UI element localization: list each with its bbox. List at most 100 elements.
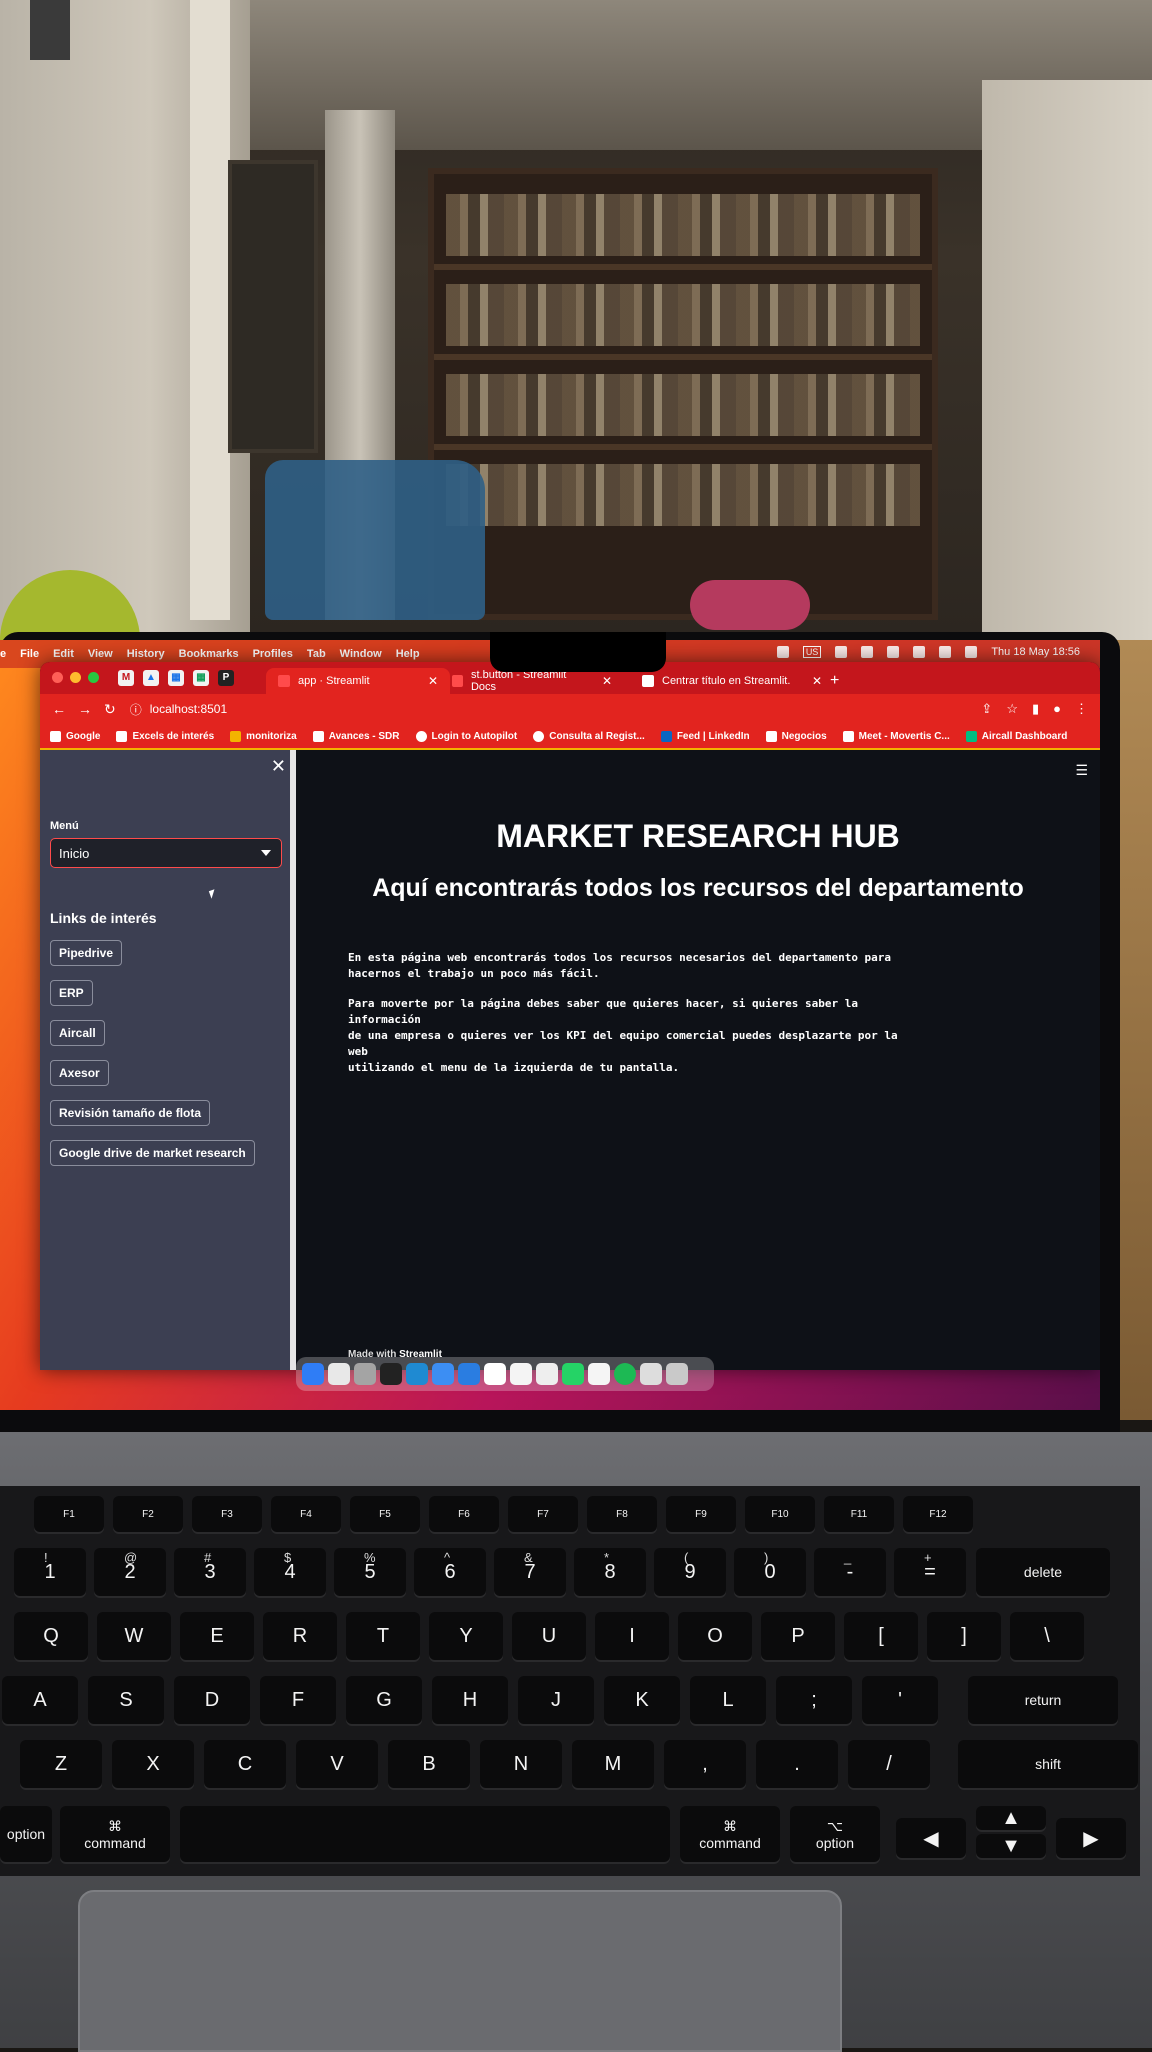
bookmark-excels[interactable]: Excels de interés — [116, 730, 214, 742]
link-button-pipedrive[interactable]: Pipedrive — [50, 940, 123, 966]
new-tab-button[interactable]: + — [830, 672, 839, 690]
letter-key[interactable]: A — [2, 1676, 78, 1724]
function-key[interactable]: F3 — [192, 1496, 262, 1532]
hamburger-menu-icon[interactable]: ☰ — [1075, 762, 1088, 779]
whatsapp-icon[interactable] — [562, 1363, 584, 1385]
space-bar[interactable] — [180, 1806, 670, 1862]
letter-key[interactable]: , — [664, 1740, 746, 1788]
forward-arrow-icon[interactable]: → — [78, 701, 92, 717]
trash-icon[interactable] — [666, 1363, 688, 1385]
letter-key[interactable]: ] — [927, 1612, 1001, 1660]
letter-key[interactable]: . — [756, 1740, 838, 1788]
menubar-clock[interactable]: Thu 18 May 18:56 — [991, 646, 1080, 658]
bookmark-avances-sdr[interactable]: Avances - SDR — [312, 730, 400, 742]
zoom-window-button[interactable] — [88, 672, 99, 683]
link-button-google-drive[interactable]: Google drive de market research — [50, 1140, 255, 1166]
shift-key[interactable]: shift — [958, 1740, 1138, 1788]
letter-key[interactable]: L — [690, 1676, 766, 1724]
pinned-tab-sheets[interactable]: ▦ — [193, 670, 209, 686]
site-info-icon[interactable]: ⓘ — [130, 701, 142, 718]
letter-key[interactable]: \ — [1010, 1612, 1084, 1660]
bookmark-meet-movertis[interactable]: Meet - Movertis C... — [842, 730, 950, 742]
letter-key[interactable]: C — [204, 1740, 286, 1788]
return-key[interactable]: return — [968, 1676, 1118, 1724]
letter-key[interactable]: ; — [776, 1676, 852, 1724]
letter-key[interactable]: J — [518, 1676, 594, 1724]
profile-avatar-icon[interactable]: ● — [1053, 701, 1061, 717]
spotify-icon[interactable] — [614, 1363, 636, 1385]
function-key[interactable]: F1 — [34, 1496, 104, 1532]
tab-app-streamlit[interactable]: app · Streamlit ✕ — [266, 668, 450, 694]
close-tab-icon[interactable]: ✕ — [794, 674, 822, 688]
back-arrow-icon[interactable]: ← — [52, 701, 66, 717]
menu-item-app[interactable]: e — [0, 648, 6, 660]
menu-item-bookmarks[interactable]: Bookmarks — [179, 648, 239, 660]
chrome-icon[interactable] — [536, 1363, 558, 1385]
letter-key[interactable]: / — [848, 1740, 930, 1788]
function-key[interactable]: F11 — [824, 1496, 894, 1532]
control-center-icon[interactable] — [939, 646, 952, 658]
letter-key[interactable]: E — [180, 1612, 254, 1660]
letter-key[interactable]: N — [480, 1740, 562, 1788]
wifi-icon[interactable] — [887, 646, 900, 658]
bookmark-google[interactable]: Google — [50, 730, 100, 742]
calendar-icon[interactable] — [484, 1363, 506, 1385]
letter-key[interactable]: U — [512, 1612, 586, 1660]
pinned-tab-gmail[interactable]: M — [118, 670, 134, 686]
function-key[interactable]: F6 — [429, 1496, 499, 1532]
letter-key[interactable]: P — [761, 1612, 835, 1660]
menu-item-edit[interactable]: Edit — [53, 648, 74, 660]
pinned-tab-drive[interactable]: ▲ — [143, 670, 159, 686]
calculator-icon[interactable] — [354, 1363, 376, 1385]
letter-key[interactable]: Q — [14, 1612, 88, 1660]
letter-key[interactable]: B — [388, 1740, 470, 1788]
reload-icon[interactable]: ↻ — [104, 701, 116, 718]
number-key[interactable]: 0 — [734, 1548, 806, 1596]
more-menu-icon[interactable]: ⋮ — [1075, 701, 1088, 717]
terminal-icon[interactable] — [380, 1363, 402, 1385]
number-key[interactable]: 1 — [14, 1548, 86, 1596]
letter-key[interactable]: M — [572, 1740, 654, 1788]
bookmark-negocios[interactable]: Negocios — [765, 730, 827, 742]
side-panel-icon[interactable]: ▮ — [1032, 701, 1039, 717]
link-button-erp[interactable]: ERP — [50, 980, 93, 1006]
bluetooth-icon[interactable] — [835, 646, 848, 658]
letter-key[interactable]: S — [88, 1676, 164, 1724]
link-button-revision-flota[interactable]: Revisión tamaño de flota — [50, 1100, 211, 1126]
function-key[interactable]: F2 — [113, 1496, 183, 1532]
letter-key[interactable]: G — [346, 1676, 422, 1724]
letter-key[interactable]: R — [263, 1612, 337, 1660]
bookmark-monitoriza[interactable]: monitoriza — [230, 730, 297, 742]
function-key[interactable]: F12 — [903, 1496, 973, 1532]
arrow-down-key[interactable]: ▼ — [976, 1834, 1046, 1858]
arrow-right-key[interactable]: ▶ — [1056, 1818, 1126, 1858]
pinned-tab-pipedrive[interactable]: P — [218, 670, 234, 686]
screen-record-icon[interactable] — [776, 646, 789, 658]
menu-item-view[interactable]: View — [88, 648, 113, 660]
letter-key[interactable]: [ — [844, 1612, 918, 1660]
letter-key[interactable]: X — [112, 1740, 194, 1788]
menu-item-file[interactable]: File — [20, 648, 39, 660]
letter-key[interactable]: I — [595, 1612, 669, 1660]
letter-key[interactable]: H — [432, 1676, 508, 1724]
arrow-left-key[interactable]: ◀ — [896, 1818, 966, 1858]
finder-icon[interactable] — [302, 1363, 324, 1385]
close-window-button[interactable] — [52, 672, 63, 683]
letter-key[interactable]: ' — [862, 1676, 938, 1724]
close-tab-icon[interactable]: ✕ — [410, 674, 438, 688]
function-key[interactable]: F9 — [666, 1496, 736, 1532]
downloads-icon[interactable] — [640, 1363, 662, 1385]
arrow-up-key[interactable]: ▲ — [976, 1806, 1046, 1830]
function-key[interactable]: F7 — [508, 1496, 578, 1532]
bookmark-consulta-registro[interactable]: Consulta al Regist... — [533, 730, 645, 742]
letter-key[interactable]: O — [678, 1612, 752, 1660]
menu-item-help[interactable]: Help — [396, 648, 420, 660]
letter-key[interactable]: T — [346, 1612, 420, 1660]
letter-key[interactable]: D — [174, 1676, 250, 1724]
vscode-icon[interactable] — [458, 1363, 480, 1385]
letter-key[interactable]: V — [296, 1740, 378, 1788]
safari-icon[interactable] — [432, 1363, 454, 1385]
function-key[interactable]: F8 — [587, 1496, 657, 1532]
close-tab-icon[interactable]: ✕ — [584, 674, 612, 688]
bookmark-star-icon[interactable]: ☆ — [1006, 701, 1018, 717]
